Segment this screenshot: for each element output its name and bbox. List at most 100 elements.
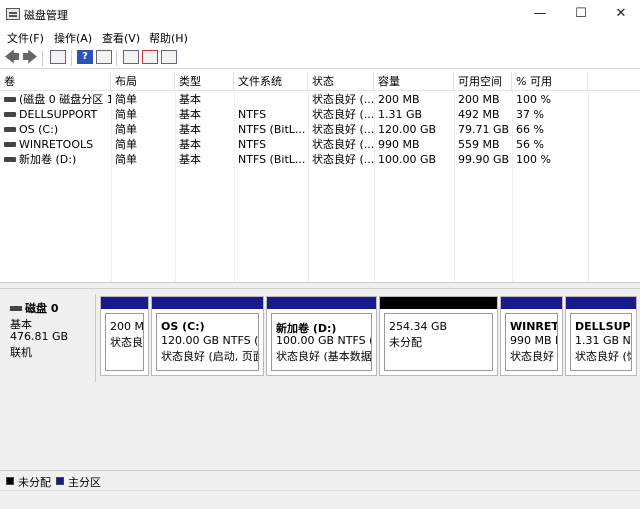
partition-block[interactable]: 新加卷 (D:) 100.00 GB NTFS (BitL 状态良好 (基本数据…: [266, 296, 377, 376]
minimize-button[interactable]: —: [526, 4, 554, 24]
cell-filesystem: NTFS (BitL...: [238, 123, 306, 136]
column-header-capacity[interactable]: 容量: [374, 72, 454, 91]
partition-status: 状态良好 (启动, 页面文: [161, 350, 258, 362]
console-tree-icon[interactable]: [50, 50, 66, 64]
partition-status: 状态良好 (恢: [575, 350, 631, 362]
table-row[interactable]: 新加卷 (D:) 简单 基本 NTFS (BitL... 状态良好 (... 1…: [0, 152, 640, 167]
table-row[interactable]: WINRETOOLS 简单 基本 NTFS 状态良好 (... 990 MB 5…: [0, 137, 640, 152]
cell-percent-free: 66 %: [516, 123, 544, 136]
menu-help[interactable]: 帮助(H): [149, 30, 188, 46]
legend-bar: 未分配 主分区: [0, 470, 640, 490]
menu-action[interactable]: 操作(A): [54, 30, 92, 46]
partition-block[interactable]: OS (C:) 120.00 GB NTFS (BitL 状态良好 (启动, 页…: [151, 296, 264, 376]
toolbar: 🡄 🡆 ?: [0, 47, 640, 69]
disk-name: 磁盘 0: [10, 300, 58, 316]
pane-splitter[interactable]: [0, 282, 640, 289]
back-arrow-icon[interactable]: 🡄: [4, 50, 20, 65]
cell-status: 状态良好 (...: [312, 138, 374, 151]
disk-size: 476.81 GB: [10, 330, 69, 343]
cell-free-space: 200 MB: [458, 93, 500, 106]
table-row[interactable]: OS (C:) 简单 基本 NTFS (BitL... 状态良好 (... 12…: [0, 122, 640, 137]
help-icon[interactable]: ?: [77, 50, 93, 64]
legend-primary: 主分区: [68, 476, 101, 489]
toolbar-separator: [116, 50, 117, 66]
maximize-button[interactable]: ☐: [567, 4, 595, 24]
cell-capacity: 100.00 GB: [378, 153, 437, 166]
toolbar-separator: [71, 50, 72, 66]
cell-layout: 简单: [115, 93, 137, 106]
partition-name: DELLSUPPC: [575, 320, 631, 333]
cell-percent-free: 100 %: [516, 153, 551, 166]
disk-name-text: 磁盘 0: [25, 302, 59, 315]
column-header-volume[interactable]: 卷: [0, 72, 111, 91]
primary-partition-bar: [501, 297, 562, 309]
volume-name: OS (C:): [19, 123, 59, 136]
menu-file[interactable]: 文件(F): [7, 30, 44, 46]
table-row[interactable]: (磁盘 0 磁盘分区 1) 简单 基本 状态良好 (... 200 MB 200…: [0, 92, 640, 107]
cell-percent-free: 100 %: [516, 93, 551, 106]
cell-layout: 简单: [115, 108, 137, 121]
action-pane-icon[interactable]: [96, 50, 112, 64]
table-row[interactable]: DELLSUPPORT 简单 基本 NTFS 状态良好 (... 1.31 GB…: [0, 107, 640, 122]
partition-size: 200 MB: [110, 320, 143, 333]
partition-size: 120.00 GB NTFS (BitL: [161, 334, 258, 347]
cell-filesystem: NTFS: [238, 108, 267, 121]
partition-block[interactable]: WINRETO 990 MB NT 状态良好 (恢: [500, 296, 563, 376]
cell-type: 基本: [179, 138, 201, 151]
cell-status: 状态良好 (...: [312, 93, 374, 106]
cell-free-space: 492 MB: [458, 108, 500, 121]
primary-swatch: [56, 477, 64, 485]
cell-filesystem: NTFS: [238, 138, 267, 151]
partition-block[interactable]: 200 MB 状态良好: [100, 296, 149, 376]
primary-partition-bar: [152, 297, 263, 309]
partition-name: 新加卷 (D:): [276, 322, 337, 334]
partition-block[interactable]: DELLSUPPC 1.31 GB NTF 状态良好 (恢: [565, 296, 637, 376]
cell-volume: DELLSUPPORT: [0, 107, 111, 122]
volume-name: (磁盘 0 磁盘分区 1): [19, 93, 111, 106]
cell-percent-free: 56 %: [516, 138, 544, 151]
partition-details: 254.34 GB 未分配: [384, 313, 493, 371]
column-header-layout[interactable]: 布局: [111, 72, 175, 91]
primary-partition-bar: [267, 297, 376, 309]
cell-volume: (磁盘 0 磁盘分区 1): [0, 92, 111, 107]
volume-icon: [4, 156, 16, 162]
partition-size: 1.31 GB NTF: [575, 334, 631, 347]
partition-size: 100.00 GB NTFS (BitL: [276, 334, 371, 347]
connect-drive-icon[interactable]: [123, 50, 139, 64]
partition-size: 254.34 GB: [389, 320, 448, 333]
partition-name: WINRETO: [510, 320, 557, 333]
cell-volume: WINRETOOLS: [0, 137, 111, 152]
volume-name: DELLSUPPORT: [19, 108, 98, 121]
disk-info-panel[interactable]: 磁盘 0 基本 476.81 GB 联机: [2, 294, 96, 382]
partition-status: 未分配: [389, 336, 422, 348]
cell-status: 状态良好 (...: [312, 123, 374, 136]
partition-block[interactable]: 254.34 GB 未分配: [379, 296, 498, 376]
column-header-type[interactable]: 类型: [175, 72, 234, 91]
column-header-filesystem[interactable]: 文件系统: [234, 72, 308, 91]
cell-status: 状态良好 (...: [312, 108, 374, 121]
cell-filesystem: NTFS (BitL...: [238, 153, 306, 166]
close-button[interactable]: ✕: [607, 4, 635, 24]
menu-bar: 文件(F) 操作(A) 查看(V) 帮助(H): [0, 28, 640, 46]
cell-percent-free: 37 %: [516, 108, 544, 121]
toolbar-separator: [42, 50, 43, 66]
cell-free-space: 79.71 GB: [458, 123, 510, 136]
menu-view[interactable]: 查看(V): [102, 30, 140, 46]
column-header-status[interactable]: 状态: [308, 72, 374, 91]
volume-icon: [4, 111, 16, 117]
check-icon[interactable]: [142, 50, 158, 64]
legend-unallocated: 未分配: [18, 476, 51, 489]
cell-type: 基本: [179, 123, 201, 136]
primary-partition-bar: [101, 297, 148, 309]
column-header-free-space[interactable]: 可用空间: [454, 72, 512, 91]
cell-capacity: 200 MB: [378, 93, 420, 106]
unallocated-partition-bar: [380, 297, 497, 309]
column-header-percent-free[interactable]: % 可用: [512, 72, 588, 91]
partition-name: OS (C:): [161, 320, 205, 333]
cell-free-space: 99.90 GB: [458, 153, 510, 166]
disk-graphical-pane: 磁盘 0 基本 476.81 GB 联机 200 MB 状态良好 OS (C:)…: [0, 289, 640, 470]
window-title: 磁盘管理: [24, 9, 68, 22]
properties-icon[interactable]: [161, 50, 177, 64]
cell-capacity: 120.00 GB: [378, 123, 437, 136]
forward-arrow-icon[interactable]: 🡆: [22, 50, 38, 65]
